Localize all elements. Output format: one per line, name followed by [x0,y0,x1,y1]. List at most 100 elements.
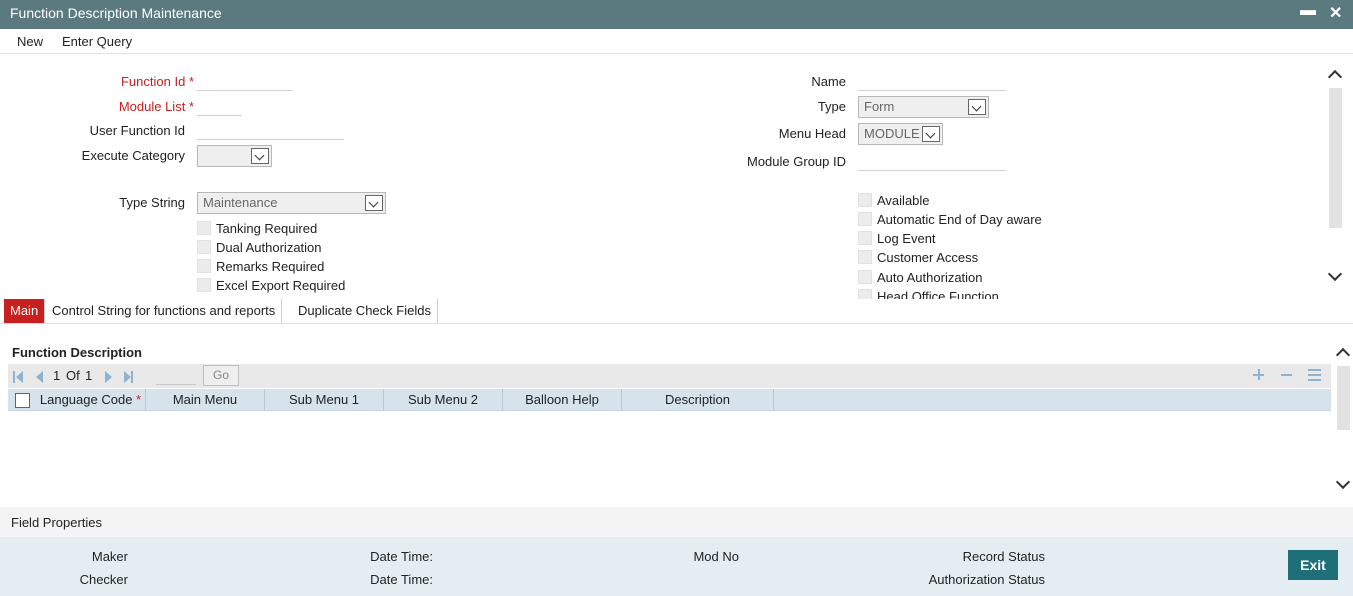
module-group-id-input[interactable] [858,153,1006,171]
chevron-down-icon[interactable] [1335,474,1351,490]
module-group-id-label: Module Group ID [747,154,846,169]
last-page-icon[interactable] [124,371,131,383]
menu-bar: New Enter Query [0,29,1353,54]
checkbox-label: Remarks Required [216,259,325,274]
total-pages: 1 [85,368,93,383]
checkbox-box[interactable] [197,278,211,292]
type-value: Form [864,99,895,114]
checkbox-label: Available [877,193,930,208]
chevron-down-icon [365,195,383,211]
window-titlebar: Function Description Maintenance ▬ ✕ [0,0,1353,29]
type-string-label: Type String [119,195,185,210]
col-balloon-help[interactable]: Balloon Help [503,389,622,411]
delete-row-icon[interactable] [1281,374,1292,376]
checkbox-label: Auto Authorization [877,270,983,285]
tab-control-string[interactable]: Control String for functions and reports [46,299,283,323]
module-list-label: Module List * [118,99,194,114]
first-page-icon[interactable] [16,371,23,383]
col-description[interactable]: Description [622,389,774,411]
type-select[interactable]: Form [858,96,989,118]
new-menu-item[interactable]: New [17,34,43,49]
first-page-bar [13,371,15,383]
col-main-menu[interactable]: Main Menu [146,389,265,411]
field-properties-label[interactable]: Field Properties [11,515,102,530]
tab-main[interactable]: Main [4,299,46,323]
chevron-down-icon [968,99,986,115]
checkbox-label: Automatic End of Day aware [877,212,1042,227]
record-status-label: Record Status [962,549,1045,564]
chevron-down-icon [922,126,940,142]
name-input[interactable] [858,73,1006,91]
checkbox-box[interactable] [197,221,211,235]
function-id-label: Function Id * [120,74,194,89]
menu-head-select[interactable]: MODULE [858,123,943,145]
checkbox-box[interactable] [858,231,872,245]
scrollbar-thumb[interactable] [1329,88,1342,228]
maker-date-time-label: Date Time: [370,549,433,564]
checkbox-box[interactable] [858,193,872,207]
user-function-id-label: User Function Id [89,123,185,138]
enter-query-menu-item[interactable]: Enter Query [62,34,132,49]
tab-divider [0,323,1353,324]
execute-category-label: Execute Category [81,148,185,163]
authorization-status-label: Authorization Status [928,572,1045,587]
user-function-id-input[interactable] [197,122,344,140]
grid-pager: 1 Of 1 Go [8,364,1331,388]
current-page: 1 [53,368,61,383]
type-string-value: Maintenance [203,195,278,210]
window-title: Function Description Maintenance [10,5,222,21]
form-scrollbar[interactable] [1327,66,1345,298]
col-sub-menu-2[interactable]: Sub Menu 2 [384,389,503,411]
checkbox-label: Log Event [877,231,936,246]
function-id-input[interactable] [197,73,293,91]
type-string-select[interactable]: Maintenance [197,192,386,214]
select-all-checkbox[interactable] [15,393,30,408]
checkbox-box[interactable] [197,259,211,273]
execute-category-select[interactable] [197,145,272,167]
checkbox-label: Customer Access [877,250,979,265]
list-view-icon[interactable] [1308,369,1321,381]
tab-duplicate-check-fields[interactable]: Duplicate Check Fields [292,299,438,323]
close-icon[interactable]: ✕ [1329,3,1342,23]
chevron-down-icon [251,148,269,164]
previous-page-icon[interactable] [36,371,43,383]
last-page-bar [131,371,133,383]
mod-no-label: Mod No [693,549,739,564]
checkbox-box[interactable] [858,212,872,226]
chevron-up-icon[interactable] [1335,347,1351,363]
field-properties-bar: Field Properties [0,507,1353,537]
chevron-up-icon[interactable] [1327,69,1343,85]
module-list-input[interactable] [197,98,242,116]
grid-header: Language Code * Main Menu Sub Menu 1 Sub… [8,389,1331,411]
checkbox-label: Excel Export Required [216,278,346,293]
chevron-down-icon[interactable] [1327,266,1343,282]
page-of-label: Of [66,368,80,383]
next-page-icon[interactable] [105,371,112,383]
function-description-title: Function Description [12,345,142,360]
head-office-function-clip: Head Office Function [858,289,1058,299]
audit-footer: Maker Checker Date Time: Date Time: Mod … [0,537,1353,596]
minimize-icon[interactable]: ▬ [1300,2,1316,20]
go-button[interactable]: Go [203,365,239,386]
scrollbar-thumb[interactable] [1337,366,1350,430]
menu-head-value: MODULE [864,126,920,141]
add-row-icon[interactable] [1253,369,1264,380]
name-label: Name [811,74,846,89]
grid-scrollbar[interactable] [1335,340,1353,496]
checkbox-label: Dual Authorization [216,240,322,255]
checkbox-box[interactable] [858,289,872,299]
page-number-input[interactable] [156,367,196,385]
menu-head-label: Menu Head [778,126,846,141]
checkbox-box[interactable] [197,240,211,254]
col-language-code[interactable]: Language Code * [36,389,146,411]
checkbox-box[interactable] [858,270,872,284]
col-sub-menu-1[interactable]: Sub Menu 1 [265,389,384,411]
checkbox-box[interactable] [858,250,872,264]
checker-date-time-label: Date Time: [370,572,433,587]
checkbox-label: Tanking Required [216,221,318,236]
checkbox-label: Head Office Function [877,289,999,299]
checker-label: Checker [79,572,128,587]
type-label: Type [817,99,846,114]
maker-label: Maker [91,549,128,564]
exit-button[interactable]: Exit [1288,550,1338,580]
